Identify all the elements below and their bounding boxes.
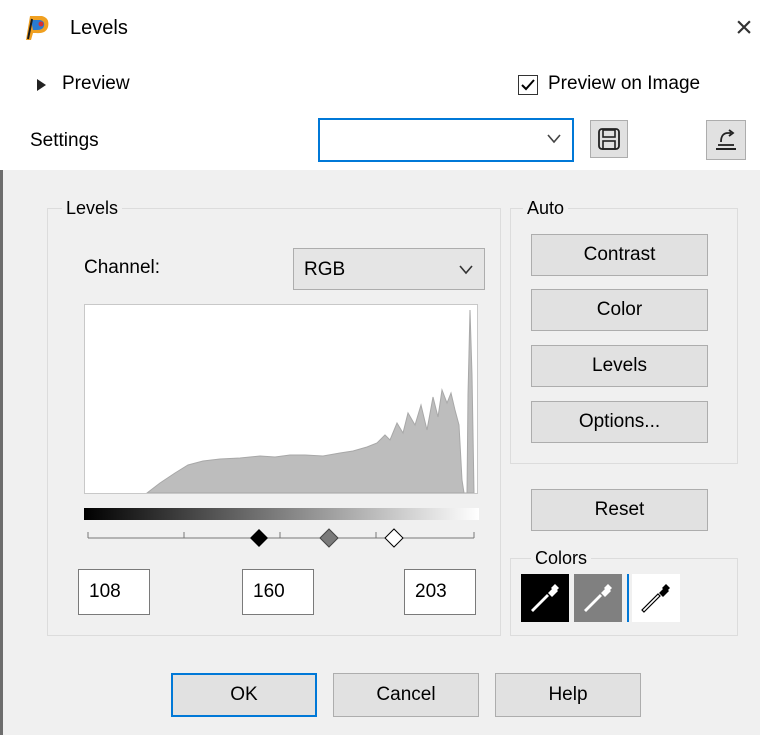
triangle-right-icon[interactable] [35, 78, 47, 92]
gamma-input[interactable]: 160 [242, 569, 314, 615]
white-point-value: 203 [415, 581, 447, 602]
eyedropper-icon [641, 584, 670, 613]
settings-label: Settings [30, 130, 99, 151]
levels-group-label: Levels [62, 198, 123, 219]
ok-button[interactable]: OK [171, 673, 317, 717]
colors-group-label: Colors [531, 548, 592, 569]
reset-button[interactable]: Reset [531, 489, 708, 531]
gamma-value: 160 [253, 581, 285, 602]
white-point-handle[interactable] [384, 528, 404, 548]
eyedropper-separator [627, 574, 629, 622]
preview-expander[interactable]: Preview [62, 73, 130, 95]
black-eyedropper-button[interactable] [521, 574, 569, 622]
gradient-bar [84, 508, 479, 520]
close-icon[interactable]: × [728, 12, 760, 44]
save-preset-button[interactable] [590, 120, 628, 158]
histogram [84, 304, 478, 494]
auto-options-button[interactable]: Options... [531, 401, 708, 443]
help-button[interactable]: Help [495, 673, 641, 717]
channel-label: Channel: [84, 257, 161, 278]
black-point-input[interactable]: 108 [78, 569, 150, 615]
black-point-handle[interactable] [250, 529, 268, 547]
eyedropper-icon [584, 584, 612, 612]
auto-color-button[interactable]: Color [531, 289, 708, 331]
auto-group-label: Auto [523, 198, 569, 219]
gray-eyedropper-button[interactable] [574, 574, 622, 622]
white-eyedropper-button[interactable] [632, 574, 680, 622]
auto-contrast-button[interactable]: Contrast [531, 234, 708, 276]
black-point-value: 108 [89, 581, 121, 602]
chevron-down-icon[interactable] [546, 133, 562, 145]
histogram-plot [145, 309, 475, 494]
load-preset-button[interactable] [706, 120, 746, 160]
preview-on-image-checkbox[interactable] [518, 75, 538, 95]
window-title: Levels [70, 17, 128, 39]
chevron-down-icon [459, 265, 473, 275]
gamma-handle[interactable] [319, 528, 339, 548]
checkmark-icon [521, 79, 535, 91]
white-point-input[interactable]: 203 [404, 569, 476, 615]
settings-combobox[interactable] [318, 118, 574, 162]
eyedropper-icon [531, 584, 559, 612]
auto-levels-button[interactable]: Levels [531, 345, 708, 387]
window-left-edge [0, 170, 3, 735]
cancel-button[interactable]: Cancel [333, 673, 479, 717]
save-icon [598, 128, 620, 150]
preview-on-image-label[interactable]: Preview on Image [548, 73, 700, 95]
channel-dropdown[interactable]: RGB [293, 248, 485, 290]
channel-value: RGB [304, 259, 346, 280]
load-preset-icon [716, 129, 736, 150]
input-level-slider[interactable] [84, 524, 480, 554]
app-logo-icon [26, 16, 49, 40]
